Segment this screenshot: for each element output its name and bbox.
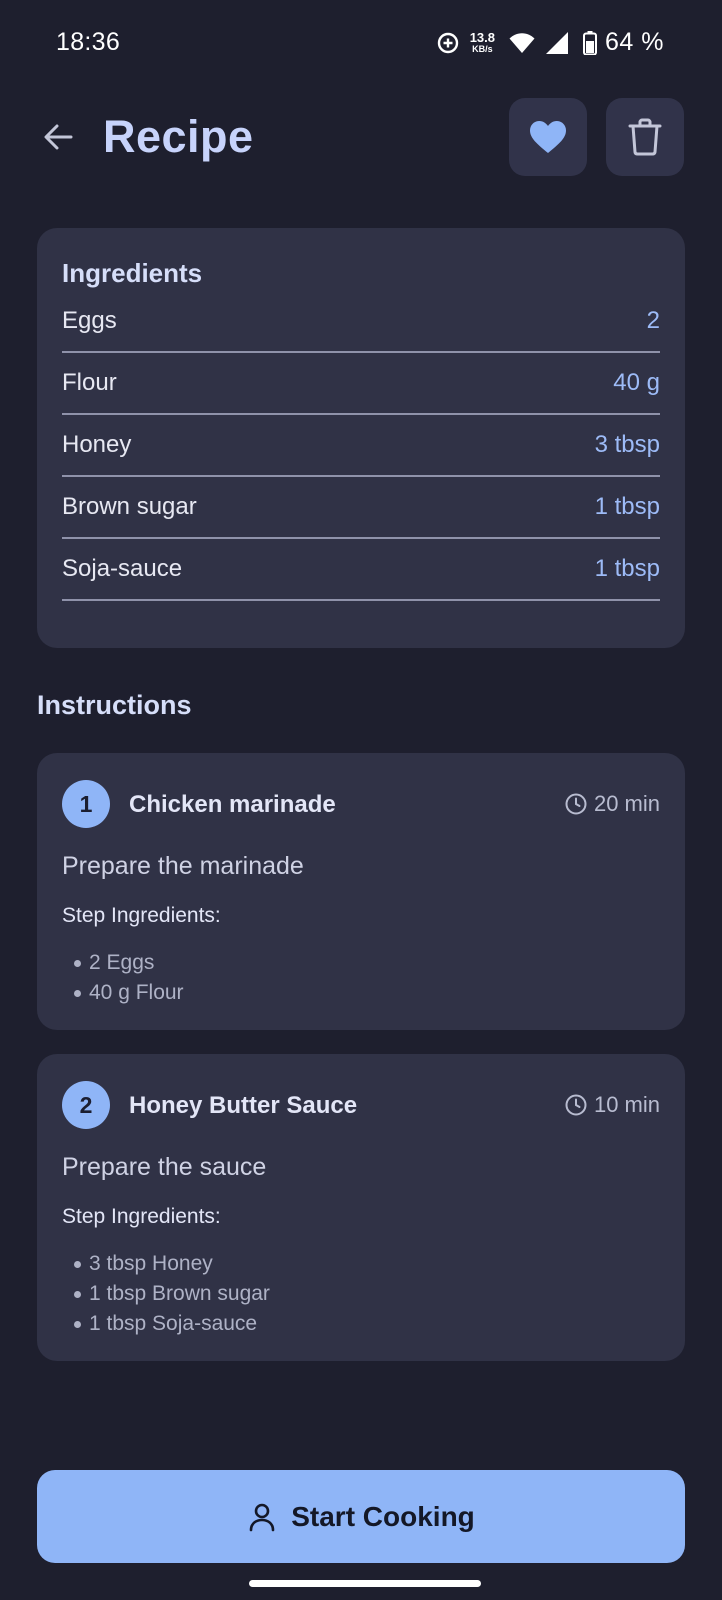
home-indicator[interactable] <box>249 1580 481 1587</box>
recipe-screen: 18:36 13.8 KB/s 64 % Recipe Ingredients … <box>0 0 722 1600</box>
step-ingredient-text: 40 g Flour <box>89 981 184 1004</box>
ingredient-name: Honey <box>62 431 132 458</box>
start-cooking-label: Start Cooking <box>291 1500 475 1532</box>
ingredient-name: Soja-sauce <box>62 555 183 582</box>
step-title: Chicken marinade <box>129 791 336 818</box>
ingredient-name: Eggs <box>62 307 117 334</box>
person-icon <box>249 1503 275 1531</box>
step-number-badge: 2 <box>62 1081 110 1129</box>
bullet-icon <box>74 959 81 967</box>
clock-icon <box>565 793 587 815</box>
page-title: Recipe <box>103 111 254 162</box>
list-item: 1 tbsp Brown sugar <box>74 1279 270 1309</box>
step-ingredients-list: 2 Eggs 40 g Flour <box>74 948 184 1008</box>
step-ingredients-label: Step Ingredients: <box>62 904 221 927</box>
bullet-icon <box>74 1260 81 1268</box>
bullet-icon <box>74 1290 81 1298</box>
instruction-step-card: 2 Honey Butter Sauce 10 min Prepare the … <box>37 1054 685 1361</box>
network-speed: 13.8 KB/s <box>470 31 495 54</box>
ingredient-row: Flour 40 g <box>62 353 660 415</box>
ingredients-heading: Ingredients <box>62 258 203 288</box>
instruction-step-card: 1 Chicken marinade 20 min Prepare the ma… <box>37 753 685 1030</box>
ingredient-quantity: 40 g <box>613 369 660 396</box>
step-duration: 20 min <box>564 791 660 817</box>
trash-icon <box>628 118 662 156</box>
ingredient-row: Brown sugar 1 tbsp <box>62 477 660 539</box>
ingredient-row: Soja-sauce 1 tbsp <box>62 539 660 601</box>
favorite-button[interactable] <box>509 98 587 176</box>
step-duration: 10 min <box>564 1092 660 1118</box>
ingredient-name: Brown sugar <box>62 493 197 520</box>
status-bar: 18:36 13.8 KB/s 64 % <box>0 0 722 86</box>
back-button[interactable] <box>36 115 80 159</box>
ingredient-quantity: 1 tbsp <box>594 555 660 582</box>
battery-percentage: 64 % <box>605 28 664 56</box>
ingredient-name: Flour <box>62 369 117 396</box>
step-description: Prepare the marinade <box>62 852 304 880</box>
step-ingredient-text: 2 Eggs <box>89 951 155 974</box>
battery-icon <box>583 30 598 55</box>
status-icons: 13.8 KB/s 64 % <box>436 28 664 57</box>
network-speed-value: 13.8 <box>469 30 496 45</box>
start-cooking-button[interactable]: Start Cooking <box>37 1470 685 1563</box>
wifi-icon <box>509 32 535 53</box>
list-item: 3 tbsp Honey <box>74 1249 270 1279</box>
clock-icon <box>565 1094 587 1116</box>
ingredient-quantity: 3 tbsp <box>594 431 660 458</box>
step-ingredient-text: 1 tbsp Brown sugar <box>89 1282 270 1305</box>
status-time: 18:36 <box>56 28 121 56</box>
heart-icon <box>530 121 566 153</box>
network-speed-unit: KB/s <box>472 44 493 54</box>
signal-icon <box>546 31 569 54</box>
ingredient-row: Eggs 2 <box>62 291 660 353</box>
delete-button[interactable] <box>606 98 684 176</box>
step-number-badge: 1 <box>62 780 110 828</box>
step-ingredients-list: 3 tbsp Honey 1 tbsp Brown sugar 1 tbsp S… <box>74 1249 270 1339</box>
bullet-icon <box>74 989 81 997</box>
app-bar: Recipe <box>0 96 722 178</box>
list-item: 2 Eggs <box>74 948 184 978</box>
step-ingredients-label: Step Ingredients: <box>62 1205 221 1228</box>
data-saver-icon <box>437 32 458 53</box>
step-ingredient-text: 3 tbsp Honey <box>89 1252 213 1275</box>
instructions-heading: Instructions <box>37 690 192 720</box>
step-ingredient-text: 1 tbsp Soja-sauce <box>89 1312 258 1335</box>
list-item: 1 tbsp Soja-sauce <box>74 1309 270 1339</box>
step-duration-text: 20 min <box>593 791 660 816</box>
step-duration-text: 10 min <box>593 1092 660 1117</box>
bullet-icon <box>74 1320 81 1328</box>
arrow-back-icon <box>44 124 73 150</box>
ingredients-card: Ingredients Eggs 2 Flour 40 g Honey 3 tb… <box>37 228 685 648</box>
ingredient-quantity: 1 tbsp <box>594 493 660 520</box>
ingredient-row: Honey 3 tbsp <box>62 415 660 477</box>
step-title: Honey Butter Sauce <box>129 1092 358 1119</box>
ingredient-quantity: 2 <box>646 307 660 334</box>
list-item: 40 g Flour <box>74 978 184 1008</box>
step-description: Prepare the sauce <box>62 1153 267 1181</box>
